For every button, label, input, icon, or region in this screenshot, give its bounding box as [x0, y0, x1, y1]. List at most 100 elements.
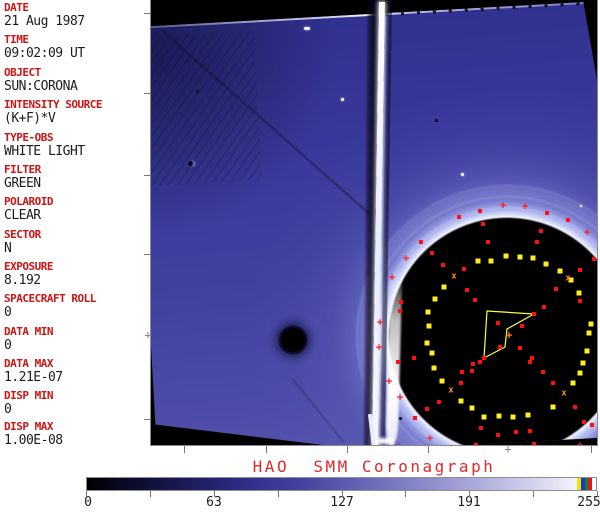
colorbar-label: 255	[577, 495, 600, 510]
yellow-fiducial-dot	[586, 330, 592, 336]
yellow-fiducial-dot	[439, 378, 445, 384]
red-cross-marker: +	[583, 225, 591, 239]
red-fiducial-dot	[481, 222, 485, 226]
field-spacecraft-roll: SPACECRAFT ROLL 0	[4, 293, 150, 320]
field-label: DISP MIN	[4, 389, 53, 402]
field-label: EXPOSURE	[4, 260, 53, 273]
yellow-fiducial-dot	[517, 254, 523, 260]
colorbar-label: 63	[206, 495, 222, 510]
orange-x-marker: x	[448, 385, 454, 396]
yellow-fiducial-dot	[424, 340, 430, 346]
red-fiducial-dot	[590, 423, 594, 427]
red-fiducial-dot	[514, 430, 518, 434]
field-value: 0	[4, 402, 12, 417]
field-polaroid: POLAROID CLEAR	[4, 196, 150, 223]
axis-tick	[144, 93, 151, 94]
axis-tick	[144, 419, 151, 420]
colorbar	[86, 477, 597, 491]
field-intensity-source: INTENSITY SOURCE (K+F)*V	[4, 99, 150, 126]
red-fiducial-dot	[551, 381, 555, 385]
field-exposure: EXPOSURE 8.192	[4, 261, 150, 288]
red-fiducial-dot	[460, 370, 464, 374]
red-cross-marker: +	[375, 340, 383, 354]
red-fiducial-dot	[554, 287, 558, 291]
red-fiducial-dot	[441, 263, 445, 267]
red-fiducial-dot	[478, 360, 482, 364]
yellow-fiducial-dot	[543, 261, 549, 267]
axis-tick	[278, 491, 279, 497]
field-value: WHITE LIGHT	[4, 144, 85, 159]
field-value: (K+F)*V	[4, 111, 56, 126]
yellow-fiducial-dot	[530, 255, 536, 261]
colorbar-label: 127	[330, 495, 354, 510]
red-fiducial-dot	[482, 356, 486, 360]
coronagraph-viewer: DATE 21 Aug 1987 TIME 09:02:09 UT OBJECT SU…	[0, 0, 600, 512]
axis-tick	[144, 13, 151, 14]
field-label: OBJECT	[4, 66, 41, 79]
field-label: TYPE-OBS	[4, 131, 53, 144]
axis-tick	[184, 446, 185, 453]
red-fiducial-dot	[396, 360, 400, 364]
field-label: DATA MIN	[4, 325, 53, 338]
red-fiducial-dot	[532, 442, 536, 445]
red-cross-marker: +	[385, 374, 393, 388]
field-value: 1.21E-07	[4, 370, 63, 385]
red-cross-marker: +	[376, 315, 384, 329]
field-object: OBJECT SUN:CORONA	[4, 67, 150, 94]
yellow-fiducial-dot	[426, 323, 432, 329]
orange-x-marker: x	[451, 271, 457, 282]
axis-tick	[214, 491, 215, 497]
field-label: INTENSITY SOURCE	[4, 98, 102, 111]
image-canvas[interactable]: + + + + + + + + + + + x x x x +	[151, 0, 597, 445]
field-value: 8.192	[4, 273, 41, 288]
yellow-fiducial-dot	[481, 414, 487, 420]
field-value: N	[4, 241, 12, 256]
axis-tick	[266, 446, 267, 453]
yellow-fiducial-dot	[441, 284, 447, 290]
yellow-fiducial-dot	[425, 309, 431, 315]
red-fiducial-dot	[425, 407, 429, 411]
red-fiducial-dot	[474, 443, 478, 445]
axis-tick	[591, 446, 592, 453]
yellow-fiducial-dot	[488, 258, 494, 264]
red-fiducial-dot	[535, 240, 539, 244]
red-fiducial-dot	[457, 215, 461, 219]
red-fiducial-dot	[478, 209, 482, 213]
axis-tick	[469, 491, 470, 497]
field-time: TIME 09:02:09 UT	[4, 34, 150, 61]
disk-center-cross: +	[505, 328, 513, 342]
red-fiducial-dot	[437, 400, 441, 404]
red-fiducial-dot	[542, 305, 546, 309]
red-fiducial-dot	[470, 369, 474, 373]
red-cross-marker: +	[499, 198, 507, 212]
field-value: CLEAR	[4, 208, 41, 223]
field-value: 1.00E-08	[4, 433, 63, 448]
red-fiducial-dot	[566, 218, 570, 222]
field-type-obs: TYPE-OBS WHITE LIGHT	[4, 132, 150, 159]
yellow-fiducial-dot	[576, 290, 582, 296]
axis-tick	[597, 491, 598, 497]
red-cross-marker: +	[396, 390, 404, 404]
yellow-fiducial-dot	[458, 398, 464, 404]
field-value: 0	[4, 305, 12, 320]
field-filter: FILTER GREEN	[4, 164, 150, 191]
axis-tick	[405, 491, 406, 497]
field-label: SECTOR	[4, 228, 41, 241]
red-fiducial-dot	[398, 309, 402, 313]
axis-tick	[144, 254, 151, 255]
orange-x-marker: x	[565, 273, 571, 284]
red-cross-marker: +	[521, 199, 529, 213]
field-label: FILTER	[4, 163, 41, 176]
colorbar-label: 0	[84, 495, 92, 510]
field-value: 0	[4, 338, 12, 353]
red-fiducial-dot	[412, 356, 416, 360]
colorbar-annotation-stripe	[588, 478, 592, 490]
yellow-fiducial-dot	[469, 405, 475, 411]
red-fiducial-dot	[471, 362, 475, 366]
yellow-fiducial-dot	[588, 321, 594, 327]
axis-tick	[150, 491, 151, 497]
axis-tick	[428, 446, 429, 453]
red-fiducial-dot	[520, 324, 524, 328]
red-cross-marker: +	[576, 438, 584, 446]
orange-x-marker: x	[561, 388, 567, 399]
